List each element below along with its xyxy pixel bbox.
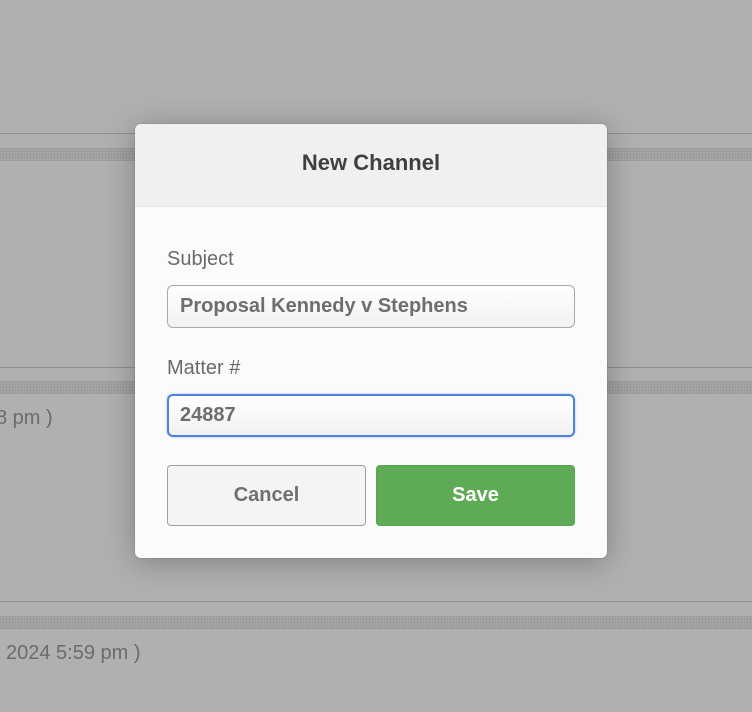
new-channel-dialog: New Channel Subject Matter # Cancel Save	[135, 124, 607, 558]
section-band	[0, 616, 752, 629]
subject-input[interactable]	[167, 285, 575, 328]
background-timestamp: 2024 5:59 pm )	[6, 642, 141, 664]
divider	[0, 601, 752, 602]
matter-label: Matter #	[167, 357, 241, 379]
subject-label: Subject	[167, 248, 234, 270]
matter-number-input[interactable]	[167, 394, 575, 437]
dialog-title: New Channel	[301, 150, 441, 175]
save-button[interactable]: Save	[376, 465, 575, 526]
dialog-header: New Channel	[135, 124, 607, 207]
background-timestamp: 8 pm )	[0, 407, 53, 429]
cancel-button[interactable]: Cancel	[167, 465, 366, 526]
